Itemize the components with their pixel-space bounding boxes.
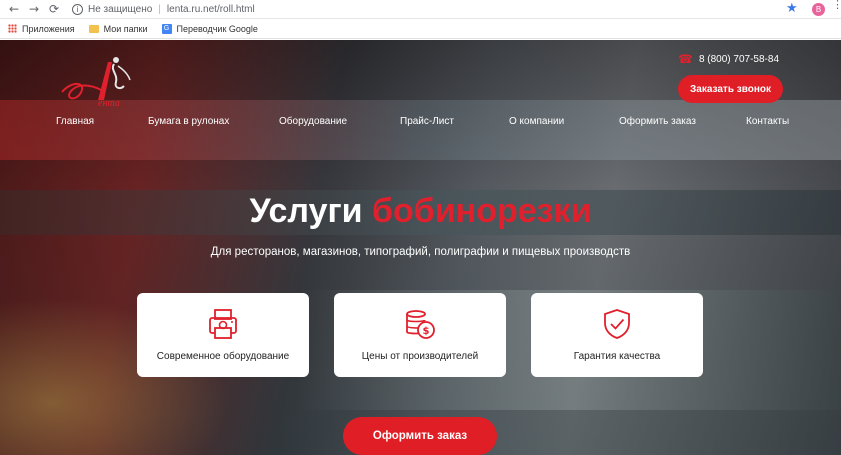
browser-menu-icon[interactable]: ⋮ — [832, 0, 841, 10]
header-phone[interactable]: ☎ 8 (800) 707-58-84 — [678, 52, 779, 66]
folder-icon — [88, 24, 99, 33]
bookmarks-bar: Приложения Мои папки G Переводчик Google — [0, 19, 841, 39]
bookmark-label: Мои папки — [103, 23, 148, 34]
hero-section: ента ☎ 8 (800) 707-58-84 Заказать звонок… — [0, 40, 841, 455]
hero-subtitle: Для ресторанов, магазинов, типографий, п… — [210, 246, 631, 258]
info-icon[interactable]: i — [72, 3, 83, 15]
svg-text:$: $ — [423, 326, 430, 337]
hero-title-main: Услуги — [249, 192, 363, 230]
order-call-button[interactable]: Заказать звонок — [678, 75, 783, 103]
nav-item-price-list[interactable]: Прайс-Лист — [400, 116, 454, 127]
forward-arrow-icon[interactable]: → — [24, 0, 44, 19]
nav-item-paper-rolls[interactable]: Бумага в рулонах — [148, 116, 229, 127]
url-text[interactable]: lenta.ru.net/roll.html — [167, 4, 255, 15]
place-order-button[interactable]: Оформить заказ — [343, 417, 497, 455]
bookmark-label: Приложения — [22, 23, 75, 34]
feature-label: Гарантия качества — [573, 351, 661, 362]
apps-icon — [8, 24, 17, 33]
nav-item-equipment[interactable]: Оборудование — [279, 116, 347, 127]
svg-text:ента: ента — [98, 98, 120, 108]
bookmark-google-translate[interactable]: G Переводчик Google — [161, 23, 258, 34]
profile-avatar[interactable]: B — [812, 3, 825, 16]
nav-item-about[interactable]: О компании — [509, 116, 564, 127]
shield-check-icon — [604, 309, 630, 339]
nav-item-order[interactable]: Оформить заказ — [619, 116, 696, 127]
bookmark-star-icon[interactable]: ★ — [786, 1, 798, 16]
phone-number: 8 (800) 707-58-84 — [698, 53, 780, 65]
feature-card-prices: $ Цены от производителей — [334, 293, 506, 377]
bookmark-my-folders[interactable]: Мои папки — [88, 23, 148, 34]
feature-label: Цены от производителей — [361, 351, 479, 362]
site-logo[interactable]: ента — [58, 52, 138, 108]
url-separator: | — [158, 3, 161, 15]
background-blur — [0, 100, 841, 160]
reload-icon[interactable]: ⟳ — [44, 0, 64, 19]
google-translate-icon: G — [161, 23, 172, 34]
feature-card-equipment: Современное оборудование — [137, 293, 309, 377]
printer-icon — [209, 309, 237, 339]
bookmark-apps[interactable]: Приложения — [8, 24, 75, 34]
main-navigation: Главная Бумага в рулонах Оборудование Пр… — [0, 116, 841, 130]
coins-icon: $ — [406, 310, 435, 339]
hero-title-accent: бобинорезки — [372, 192, 592, 230]
back-arrow-icon[interactable]: ← — [4, 0, 24, 19]
browser-address-bar: ← → ⟳ i Не защищено | lenta.ru.net/roll.… — [0, 0, 841, 19]
nav-item-contacts[interactable]: Контакты — [746, 116, 789, 127]
phone-icon: ☎ — [678, 52, 693, 66]
url-field[interactable]: i Не защищено | lenta.ru.net/roll.html — [72, 0, 255, 19]
feature-label: Современное оборудование — [156, 351, 290, 362]
security-label: Не защищено — [88, 3, 153, 15]
feature-card-quality: Гарантия качества — [531, 293, 703, 377]
hero-title: Услуги бобинорезки — [0, 192, 841, 231]
nav-item-home[interactable]: Главная — [56, 116, 94, 127]
bookmark-label: Переводчик Google — [176, 23, 258, 34]
